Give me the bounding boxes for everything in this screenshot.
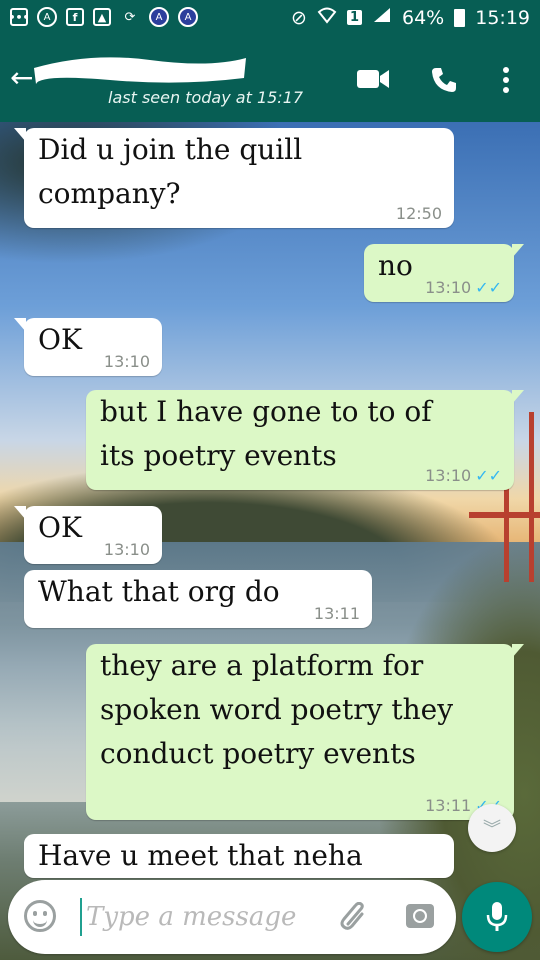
chat-header: ← last seen today at 15:17 xyxy=(0,38,540,122)
message-text: company? xyxy=(38,177,181,210)
message-text: they are a platform for xyxy=(100,649,424,682)
scroll-to-bottom-button[interactable]: ︾ xyxy=(468,804,516,852)
signal-icon xyxy=(372,6,392,29)
emoji-icon[interactable] xyxy=(24,900,56,932)
last-seen-status: last seen today at 15:17 xyxy=(108,88,304,107)
message-bubble[interactable]: but I have gone to to of its poetry even… xyxy=(86,390,524,490)
message-text: Did u join the quill xyxy=(38,133,303,166)
read-ticks-icon: ✓✓ xyxy=(475,466,502,485)
app-icon: A xyxy=(178,7,198,27)
double-chevron-down-icon: ︾ xyxy=(483,819,501,840)
message-bubble[interactable]: no 13:10 ✓✓ xyxy=(364,244,524,302)
battery-text: 64% xyxy=(402,6,445,29)
clock: 15:19 xyxy=(475,6,530,29)
attach-icon[interactable] xyxy=(340,902,368,932)
gallery-icon: ▲ xyxy=(93,8,111,26)
message-input[interactable] xyxy=(86,896,336,938)
app-icon: A xyxy=(37,7,57,27)
message-text: conduct poetry events xyxy=(100,737,416,770)
message-time: 12:50 xyxy=(395,204,442,223)
message-bubble[interactable]: OK 13:10 xyxy=(14,506,162,564)
message-bubble[interactable]: Have u meet that neha xyxy=(24,834,454,878)
message-bubble[interactable]: Did u join the quill company? 12:50 xyxy=(14,128,454,228)
mute-icon: ⊘ xyxy=(291,6,307,29)
read-ticks-icon: ✓✓ xyxy=(475,278,502,297)
camera-icon[interactable] xyxy=(406,904,434,928)
more-vert-icon[interactable] xyxy=(502,66,510,98)
message-bubble[interactable]: they are a platform for spoken word poet… xyxy=(86,644,524,820)
phone-icon[interactable] xyxy=(430,66,458,98)
battery-icon xyxy=(454,8,466,27)
message-bubble[interactable]: OK 13:10 xyxy=(14,318,162,376)
message-composer xyxy=(8,880,456,954)
mic-button[interactable] xyxy=(462,882,532,952)
facebook-icon: f xyxy=(66,8,84,26)
message-time: 13:10 xyxy=(103,540,150,559)
wifi-icon xyxy=(317,6,337,29)
message-bubble[interactable]: What that org do 13:11 xyxy=(24,570,372,628)
text-cursor xyxy=(80,898,82,936)
message-time: 13:10 ✓✓ xyxy=(425,466,502,485)
message-time: 13:10 ✓✓ xyxy=(425,278,502,297)
message-text: spoken word poetry they xyxy=(100,693,454,726)
app-icon: A xyxy=(149,7,169,27)
message-text: What that org do xyxy=(38,575,280,608)
sync-icon: ⟳ xyxy=(124,9,136,25)
status-bar: ••• A f ▲ ⟳ A A ⊘ 1 64% 15:19 xyxy=(0,0,540,38)
contact-name-redacted xyxy=(34,57,246,84)
message-text: Have u meet that neha xyxy=(38,839,363,872)
message-time: 13:10 xyxy=(103,352,150,371)
mic-icon xyxy=(486,902,508,931)
message-time: 13:11 xyxy=(313,604,360,623)
notification-icon: ••• xyxy=(8,8,30,26)
video-call-icon[interactable] xyxy=(356,66,390,96)
notification-icons: ••• A f ▲ ⟳ A A xyxy=(8,7,198,27)
message-text: but I have gone to to of xyxy=(100,395,432,428)
sim-badge: 1 xyxy=(346,10,362,25)
system-tray: ⊘ 1 64% 15:19 xyxy=(291,6,530,29)
